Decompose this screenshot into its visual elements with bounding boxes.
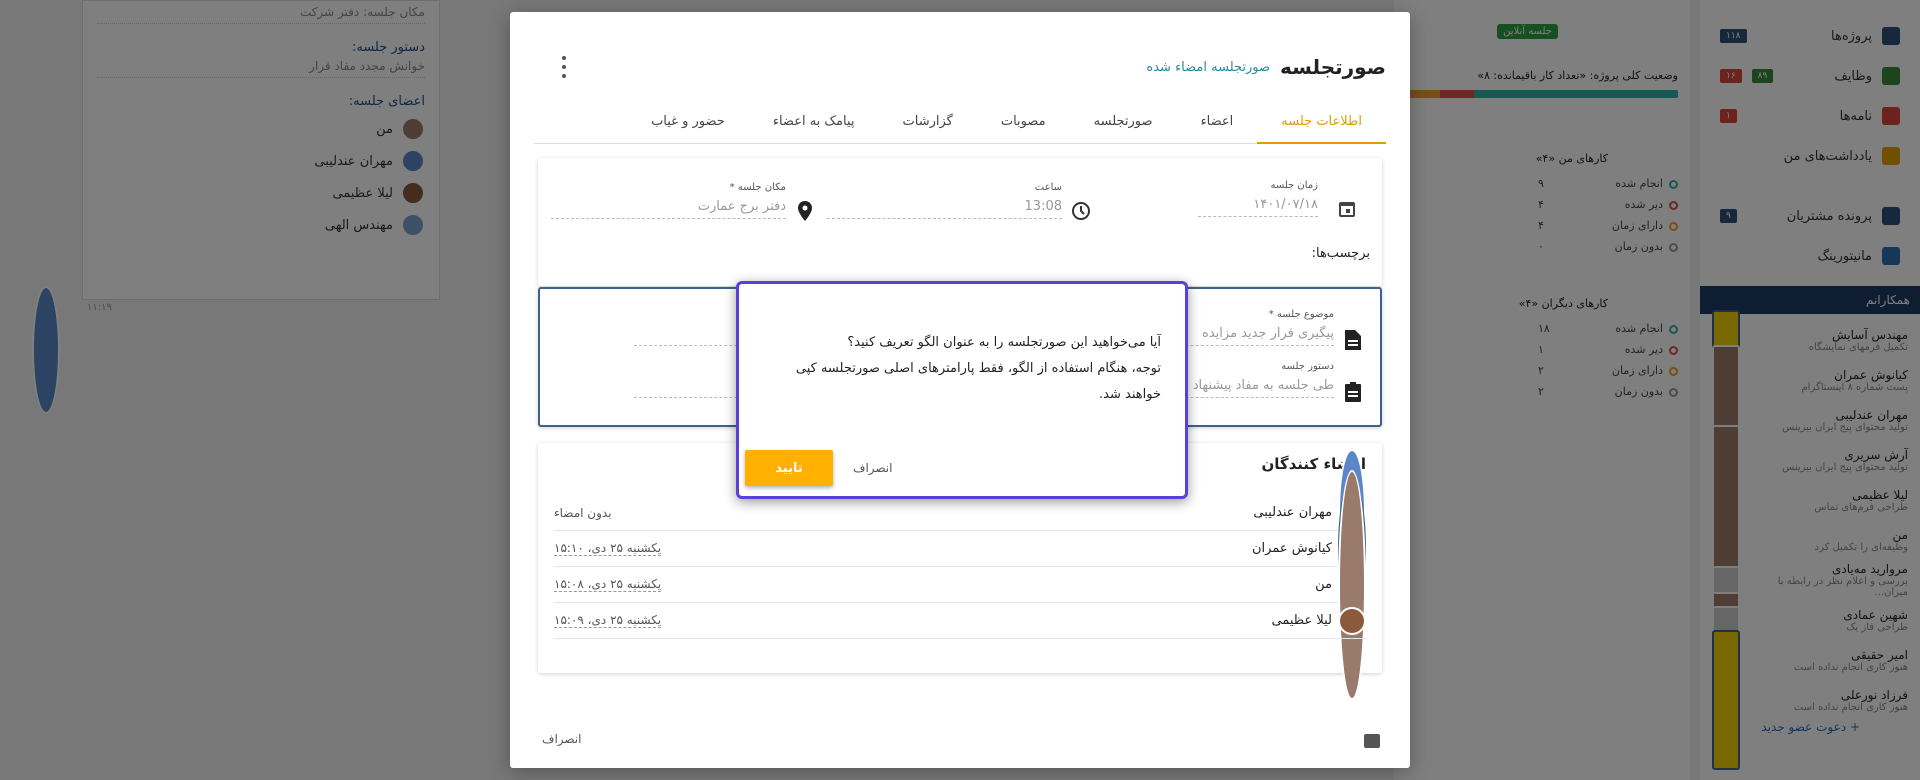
tab-resolutions[interactable]: مصوبات — [977, 108, 1070, 144]
modal-subtitle: صورتجلسه امضاء شده — [1146, 59, 1271, 75]
meeting-info-card: زمان جلسه ۱۴۰۱/۰۷/۱۸ ساعت 13:08 مکان جلس… — [538, 158, 1382, 286]
dialog-cancel-button[interactable]: انصراف — [853, 450, 892, 486]
calendar-icon — [1336, 198, 1358, 220]
template-confirm-dialog: آیا می‌خواهید این صورتجلسه را به عنوان ا… — [736, 281, 1188, 499]
date-field[interactable]: زمان جلسه ۱۴۰۱/۰۷/۱۸ — [1198, 180, 1318, 217]
modal-cancel-button[interactable]: انصراف — [542, 732, 581, 746]
location-pin-icon — [794, 200, 816, 222]
tab-members[interactable]: اعضاء — [1177, 108, 1258, 144]
modal-title: صورتجلسه — [1280, 55, 1386, 79]
clipboard-icon — [1342, 381, 1364, 403]
tab-bar: اطلاعات جلسه اعضاء صورتجلسه مصوبات گزارش… — [534, 108, 1386, 144]
sign-timestamp[interactable]: یکشنبه ۲۵ دی، ۱۵:۰۹ — [554, 613, 662, 628]
time-field[interactable]: ساعت 13:08 — [827, 182, 1062, 219]
tab-meeting-info[interactable]: اطلاعات جلسه — [1257, 108, 1386, 144]
sign-timestamp[interactable]: یکشنبه ۲۵ دی، ۱۵:۰۸ — [554, 577, 662, 592]
print-icon[interactable] — [1364, 734, 1380, 748]
dialog-message: آیا می‌خواهید این صورتجلسه را به عنوان ا… — [763, 330, 1161, 408]
tab-attendance[interactable]: حضور و غیاب — [627, 108, 749, 144]
sign-timestamp[interactable]: یکشنبه ۲۵ دی، ۱۵:۱۰ — [554, 541, 662, 556]
dialog-confirm-button[interactable]: تایید — [745, 450, 833, 486]
tab-sms[interactable]: پیامک به اعضاء — [749, 108, 879, 144]
clock-icon — [1070, 200, 1092, 222]
tags-label[interactable]: برچسب‌ها: — [1312, 246, 1370, 261]
more-options-icon[interactable] — [554, 56, 574, 78]
place-field[interactable]: مکان جلسه * دفتر برج عمارت — [551, 182, 786, 219]
tab-reports[interactable]: گزارشات — [879, 108, 977, 144]
signer-row: مهران عندلیبی بدون امضاء — [554, 448, 1366, 577]
sign-status: بدون امضاء — [554, 505, 612, 520]
signer-row: لیلا عظیمی یکشنبه ۲۵ دی، ۱۵:۰۹ — [554, 603, 1366, 639]
avatar — [1338, 606, 1366, 635]
signer-row: کیانوش عمران یکشنبه ۲۵ دی، ۱۵:۱۰ — [554, 478, 1366, 619]
dialog-note: توجه، هنگام استفاده از الگو، فقط پارامتر… — [795, 361, 1161, 402]
signer-row: من یکشنبه ۲۵ دی، ۱۵:۰۸ — [554, 469, 1366, 700]
dialog-question: آیا می‌خواهید این صورتجلسه را به عنوان ا… — [847, 335, 1161, 350]
document-icon — [1342, 329, 1364, 351]
avatar — [1338, 469, 1366, 700]
tab-minutes[interactable]: صورتجلسه — [1070, 108, 1177, 144]
